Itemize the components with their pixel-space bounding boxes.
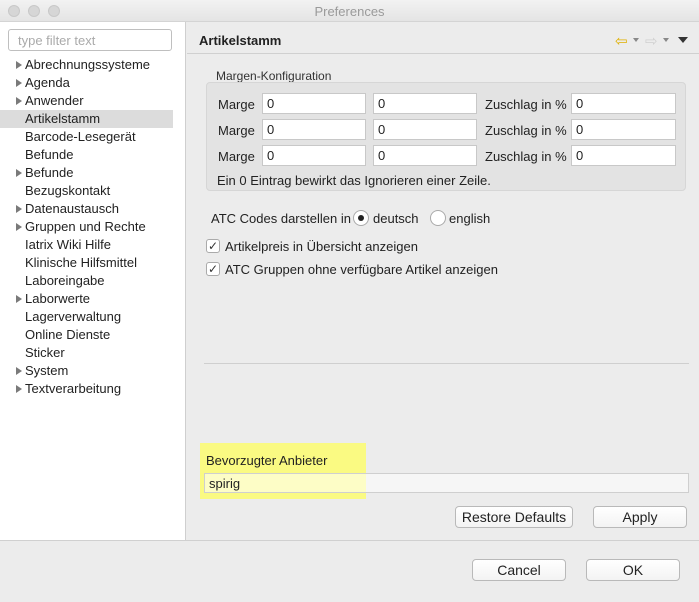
page-title: Artikelstamm [199, 33, 282, 48]
view-menu-icon[interactable] [678, 37, 688, 43]
tree-item-agenda[interactable]: Agenda [0, 74, 186, 92]
back-history-dropdown-icon[interactable] [633, 38, 639, 42]
margin-1-to-input[interactable]: 0 [373, 93, 477, 114]
preferred-vendor-label: Bevorzugter Anbieter [206, 453, 328, 468]
artikelpreis-checkbox[interactable]: ✓ [206, 239, 220, 253]
margin-3-to-input[interactable]: 0 [373, 145, 477, 166]
expand-arrow-icon[interactable] [16, 169, 22, 177]
margin-label: Marge [218, 97, 255, 112]
forward-history-dropdown-icon [663, 38, 669, 42]
tree-item-anwender[interactable]: Anwender [0, 92, 186, 110]
margin-label: Marge [218, 123, 255, 138]
tree-item-gruppen-und-rechte[interactable]: Gruppen und Rechte [0, 218, 186, 236]
section-divider [204, 363, 689, 364]
tree-item-barcode-lesegeraet[interactable]: Barcode-Lesegerät [0, 128, 186, 146]
preferred-vendor-input[interactable]: spirig [204, 473, 689, 493]
surcharge-label: Zuschlag in % [485, 97, 567, 112]
surcharge-label: Zuschlag in % [485, 149, 567, 164]
tree-item-sticker[interactable]: Sticker [0, 344, 186, 362]
forward-arrow-icon: ⇨ [645, 33, 658, 50]
tree-item-laborwerte[interactable]: Laborwerte [0, 290, 186, 308]
artikelpreis-label[interactable]: Artikelpreis in Übersicht anzeigen [225, 239, 418, 254]
margin-2-surcharge-input[interactable]: 0 [571, 119, 676, 140]
back-arrow-icon[interactable]: ⇦ [615, 32, 628, 50]
atc-codes-label: ATC Codes darstellen in [211, 211, 351, 226]
expand-arrow-icon[interactable] [16, 205, 22, 213]
tree-item-befunde-group[interactable]: Befunde [0, 164, 186, 182]
expand-arrow-icon[interactable] [16, 97, 22, 105]
atc-deutsch-label[interactable]: deutsch [373, 211, 419, 226]
tree-item-system[interactable]: System [0, 362, 186, 380]
tree-item-iatrix-wiki-hilfe[interactable]: Iatrix Wiki Hilfe [0, 236, 186, 254]
tree-item-abrechnungssysteme[interactable]: Abrechnungssysteme [0, 56, 186, 74]
tree-item-laboreingabe[interactable]: Laboreingabe [0, 272, 186, 290]
expand-arrow-icon[interactable] [16, 223, 22, 231]
cancel-button[interactable]: Cancel [472, 559, 566, 581]
margin-label: Marge [218, 149, 255, 164]
title-bar: Preferences [0, 0, 699, 22]
restore-defaults-button[interactable]: Restore Defaults [455, 506, 573, 528]
expand-arrow-icon[interactable] [16, 79, 22, 87]
tree-item-online-dienste[interactable]: Online Dienste [0, 326, 186, 344]
ok-button[interactable]: OK [586, 559, 680, 581]
header-separator [187, 53, 699, 54]
tree-item-befunde[interactable]: Befunde [0, 146, 186, 164]
window-title: Preferences [314, 4, 385, 19]
margin-3-from-input[interactable]: 0 [262, 145, 366, 166]
atc-gruppen-checkbox[interactable]: ✓ [206, 262, 220, 276]
tree-item-bezugskontakt[interactable]: Bezugskontakt [0, 182, 186, 200]
preference-page: Artikelstamm ⇦ ⇨ Margen-Konfiguration Ma… [187, 22, 699, 540]
tree-item-artikelstamm[interactable]: Artikelstamm [0, 110, 173, 128]
expand-arrow-icon[interactable] [16, 295, 22, 303]
expand-arrow-icon[interactable] [16, 367, 22, 375]
apply-button[interactable]: Apply [593, 506, 687, 528]
margin-note: Ein 0 Eintrag bewirkt das Ignorieren ein… [217, 173, 491, 188]
expand-arrow-icon[interactable] [16, 61, 22, 69]
footer-separator [0, 540, 699, 541]
tree-item-textverarbeitung[interactable]: Textverarbeitung [0, 380, 186, 398]
surcharge-label: Zuschlag in % [485, 123, 567, 138]
margin-2-to-input[interactable]: 0 [373, 119, 477, 140]
preferences-sidebar: Abrechnungssysteme Agenda Anwender Artik… [0, 22, 186, 540]
atc-english-label[interactable]: english [449, 211, 490, 226]
margin-group-label: Margen-Konfiguration [216, 69, 332, 83]
expand-arrow-icon[interactable] [16, 385, 22, 393]
tree-item-lagerverwaltung[interactable]: Lagerverwaltung [0, 308, 186, 326]
margin-1-from-input[interactable]: 0 [262, 93, 366, 114]
margin-1-surcharge-input[interactable]: 0 [571, 93, 676, 114]
atc-deutsch-radio[interactable] [353, 210, 369, 226]
filter-input[interactable] [8, 29, 172, 51]
tree-item-klinische-hilfsmittel[interactable]: Klinische Hilfsmittel [0, 254, 186, 272]
atc-english-radio[interactable] [430, 210, 446, 226]
tree-item-datenaustausch[interactable]: Datenaustausch [0, 200, 186, 218]
preferences-tree: Abrechnungssysteme Agenda Anwender Artik… [0, 56, 186, 398]
atc-gruppen-label[interactable]: ATC Gruppen ohne verfügbare Artikel anze… [225, 262, 498, 277]
margin-2-from-input[interactable]: 0 [262, 119, 366, 140]
margin-3-surcharge-input[interactable]: 0 [571, 145, 676, 166]
